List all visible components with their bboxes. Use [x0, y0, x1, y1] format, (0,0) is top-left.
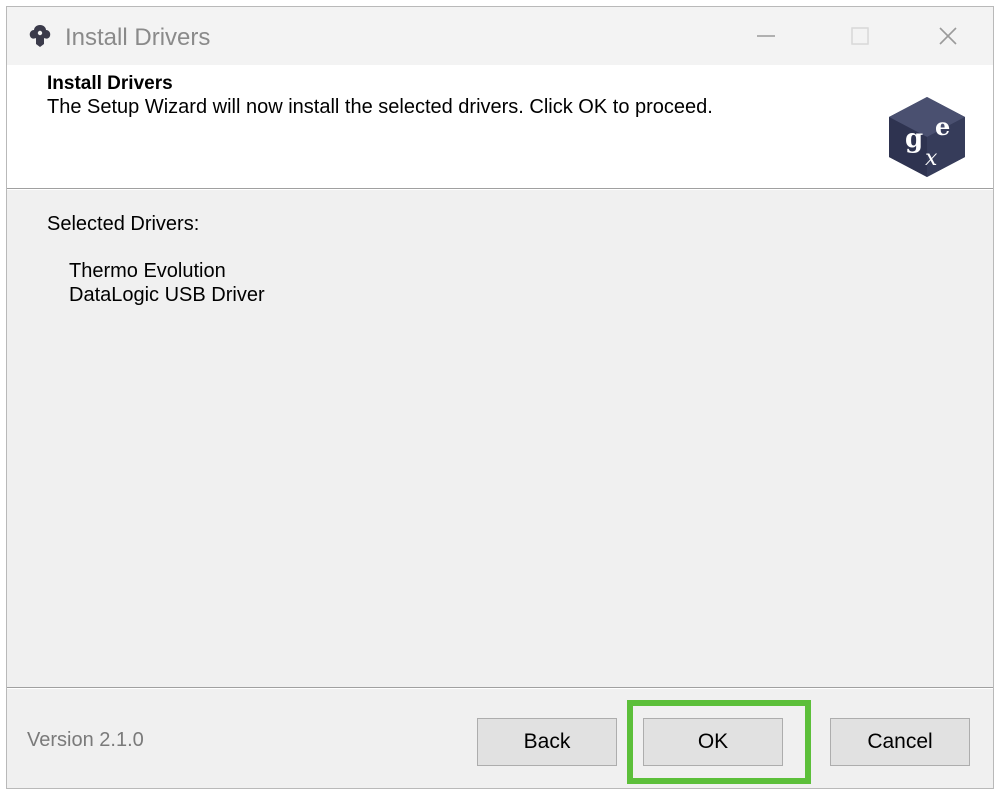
header-separator: [7, 188, 993, 190]
cancel-button[interactable]: Cancel: [830, 718, 970, 766]
svg-text:x: x: [925, 146, 938, 171]
maximize-icon: [851, 27, 869, 45]
back-button[interactable]: Back: [477, 718, 617, 766]
list-item: Thermo Evolution: [69, 260, 226, 282]
footer-separator: [7, 687, 993, 689]
close-button[interactable]: [901, 7, 993, 65]
app-icon: [29, 25, 51, 47]
svg-text:g: g: [905, 124, 923, 154]
window-title: Install Drivers: [65, 24, 211, 51]
gex-cube-logo-icon: g e x: [889, 97, 965, 177]
installer-window: Install Drivers Install Drivers The Setu…: [6, 6, 994, 789]
title-bar[interactable]: Install Drivers: [7, 7, 993, 65]
close-icon: [939, 27, 957, 45]
maximize-button[interactable]: [813, 7, 907, 65]
ok-button[interactable]: OK: [643, 718, 783, 766]
minimize-icon: [757, 35, 775, 37]
version-label: Version 2.1.0: [27, 729, 144, 751]
header-description: The Setup Wizard will now install the se…: [47, 96, 713, 118]
header-title: Install Drivers: [47, 73, 173, 94]
svg-text:e: e: [935, 112, 950, 141]
list-item: DataLogic USB Driver: [69, 284, 265, 306]
wizard-header: Install Drivers The Setup Wizard will no…: [7, 65, 993, 188]
selected-drivers-label: Selected Drivers:: [47, 213, 200, 235]
minimize-button[interactable]: [719, 7, 813, 65]
driver-list: Thermo Evolution DataLogic USB Driver: [69, 259, 265, 307]
